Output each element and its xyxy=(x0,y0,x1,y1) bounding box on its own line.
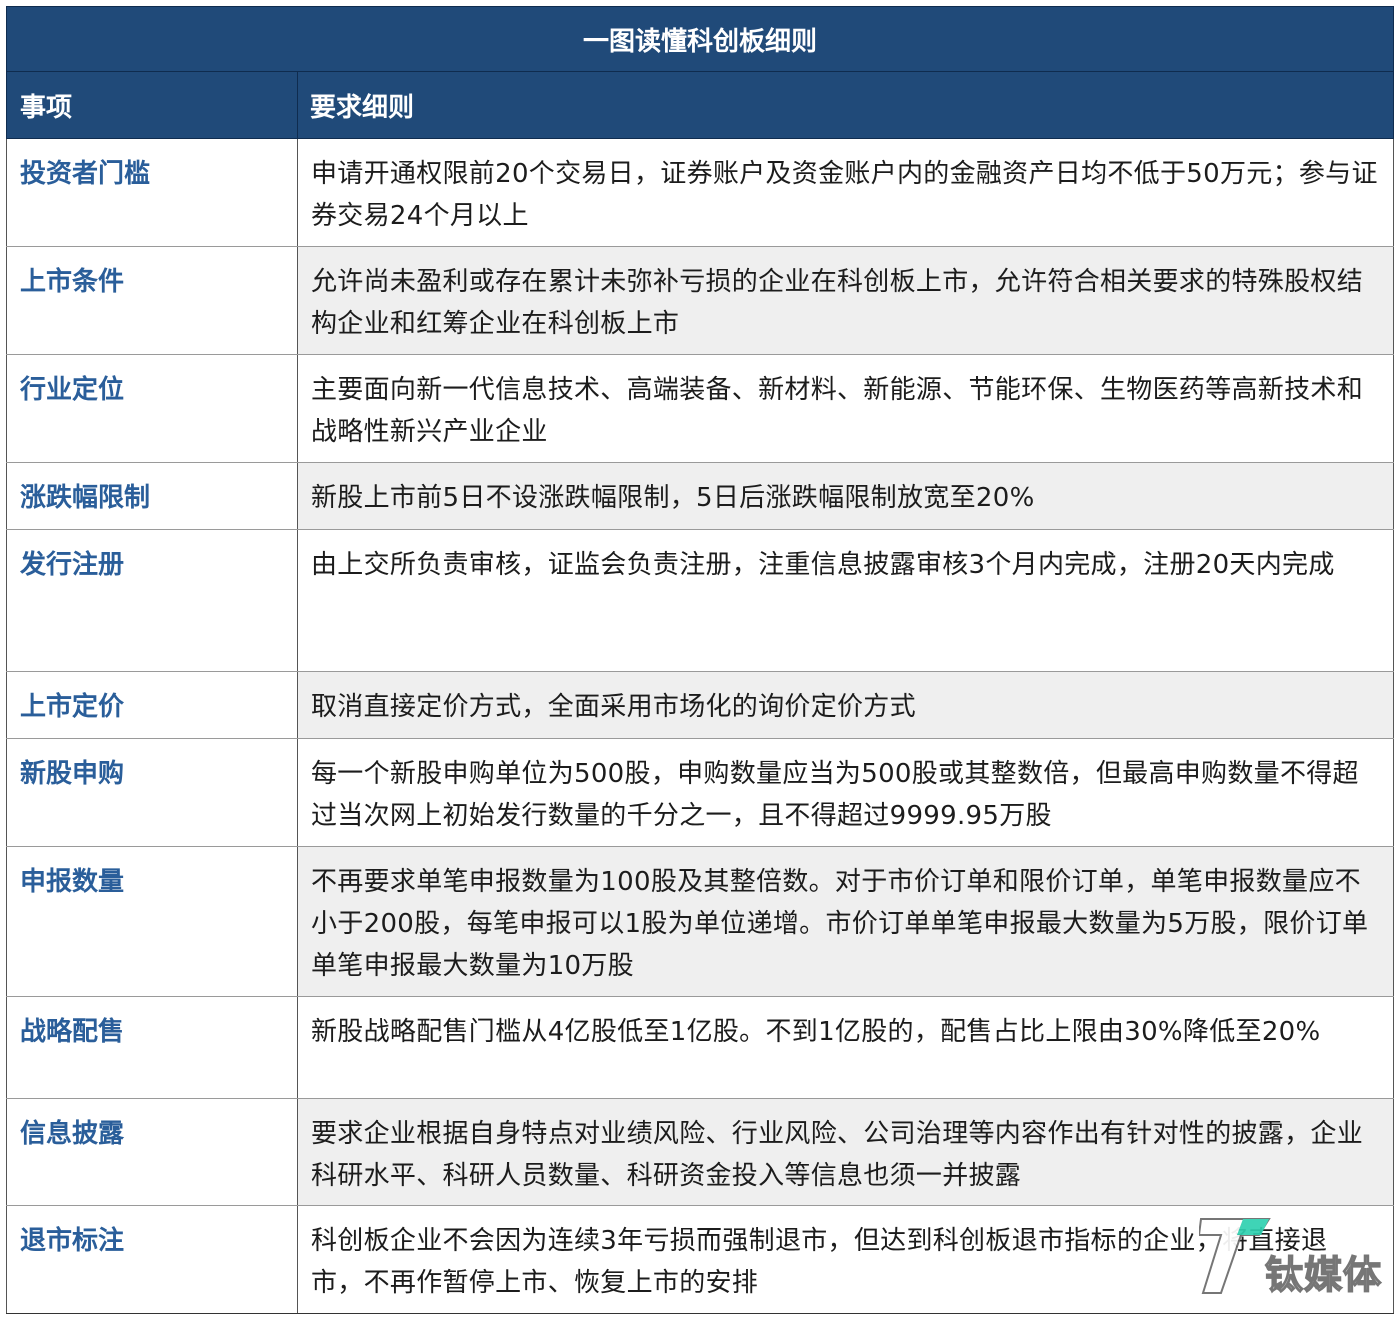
row-item: 退市标注 xyxy=(6,1205,298,1314)
table-title: 一图读懂科创板细则 xyxy=(5,6,1395,72)
table-row: 退市标注 科创板企业不会因为连续3年亏损而强制退市，但达到科创板退市指标的企业，… xyxy=(6,1205,1395,1314)
row-item: 新股申购 xyxy=(6,738,298,847)
watermark: 钛媒体 xyxy=(1198,1213,1382,1299)
row-detail: 不再要求单笔申报数量为100股及其整倍数。对于市价订单和限价订单，单笔申报数量应… xyxy=(297,846,1395,997)
watermark-text: 钛媒体 xyxy=(1264,1252,1382,1298)
table-row: 行业定位 主要面向新一代信息技术、高端装备、新材料、新能源、节能环保、生物医药等… xyxy=(6,354,1395,463)
row-item: 战略配售 xyxy=(6,996,298,1099)
header-item: 事项 xyxy=(6,71,298,139)
table-row: 投资者门槛 申请开通权限前20个交易日，证券账户及资金账户内的金融资产日均不低于… xyxy=(6,138,1395,247)
table-row: 涨跌幅限制 新股上市前5日不设涨跌幅限制，5日后涨跌幅限制放宽至20% xyxy=(6,462,1395,530)
row-item: 发行注册 xyxy=(6,529,298,672)
row-detail: 申请开通权限前20个交易日，证券账户及资金账户内的金融资产日均不低于50万元；参… xyxy=(297,138,1395,247)
table-row: 上市定价 取消直接定价方式，全面采用市场化的询价定价方式 xyxy=(6,671,1395,739)
row-detail: 主要面向新一代信息技术、高端装备、新材料、新能源、节能环保、生物医药等高新技术和… xyxy=(297,354,1395,463)
row-item: 信息披露 xyxy=(6,1098,298,1206)
table-row: 发行注册 由上交所负责审核，证监会负责注册，注重信息披露审核3个月内完成，注册2… xyxy=(6,529,1395,672)
row-detail: 新股上市前5日不设涨跌幅限制，5日后涨跌幅限制放宽至20% xyxy=(297,462,1395,530)
row-item: 申报数量 xyxy=(6,846,298,997)
row-item: 上市条件 xyxy=(6,246,298,355)
row-detail: 每一个新股申购单位为500股，申购数量应当为500股或其整数倍，但最高申购数量不… xyxy=(297,738,1395,847)
table-row: 新股申购 每一个新股申购单位为500股，申购数量应当为500股或其整数倍，但最高… xyxy=(6,738,1395,847)
tmtpost-logo-icon xyxy=(1198,1213,1271,1299)
row-item: 涨跌幅限制 xyxy=(6,462,298,530)
header-detail: 要求细则 xyxy=(296,71,1395,139)
row-item: 上市定价 xyxy=(6,671,298,739)
row-item: 投资者门槛 xyxy=(6,138,298,247)
rules-table: 一图读懂科创板细则 事项 要求细则 投资者门槛 申请开通权限前20个交易日，证券… xyxy=(5,6,1395,1314)
row-detail: 由上交所负责审核，证监会负责注册，注重信息披露审核3个月内完成，注册20天内完成 xyxy=(297,529,1395,672)
table-row: 信息披露 要求企业根据自身特点对业绩风险、行业风险、公司治理等内容作出有针对性的… xyxy=(6,1098,1395,1206)
row-detail: 新股战略配售门槛从4亿股低至1亿股。不到1亿股的，配售占比上限由30%降低至20… xyxy=(297,996,1395,1099)
row-detail: 取消直接定价方式，全面采用市场化的询价定价方式 xyxy=(297,671,1395,739)
row-item: 行业定位 xyxy=(6,354,298,463)
row-detail: 允许尚未盈利或存在累计未弥补亏损的企业在科创板上市，允许符合相关要求的特殊股权结… xyxy=(297,246,1395,355)
table-row: 战略配售 新股战略配售门槛从4亿股低至1亿股。不到1亿股的，配售占比上限由30%… xyxy=(6,996,1395,1099)
row-detail: 要求企业根据自身特点对业绩风险、行业风险、公司治理等内容作出有针对性的披露，企业… xyxy=(297,1098,1395,1206)
table-row: 上市条件 允许尚未盈利或存在累计未弥补亏损的企业在科创板上市，允许符合相关要求的… xyxy=(6,246,1395,355)
table-row: 申报数量 不再要求单笔申报数量为100股及其整倍数。对于市价订单和限价订单，单笔… xyxy=(6,846,1395,997)
